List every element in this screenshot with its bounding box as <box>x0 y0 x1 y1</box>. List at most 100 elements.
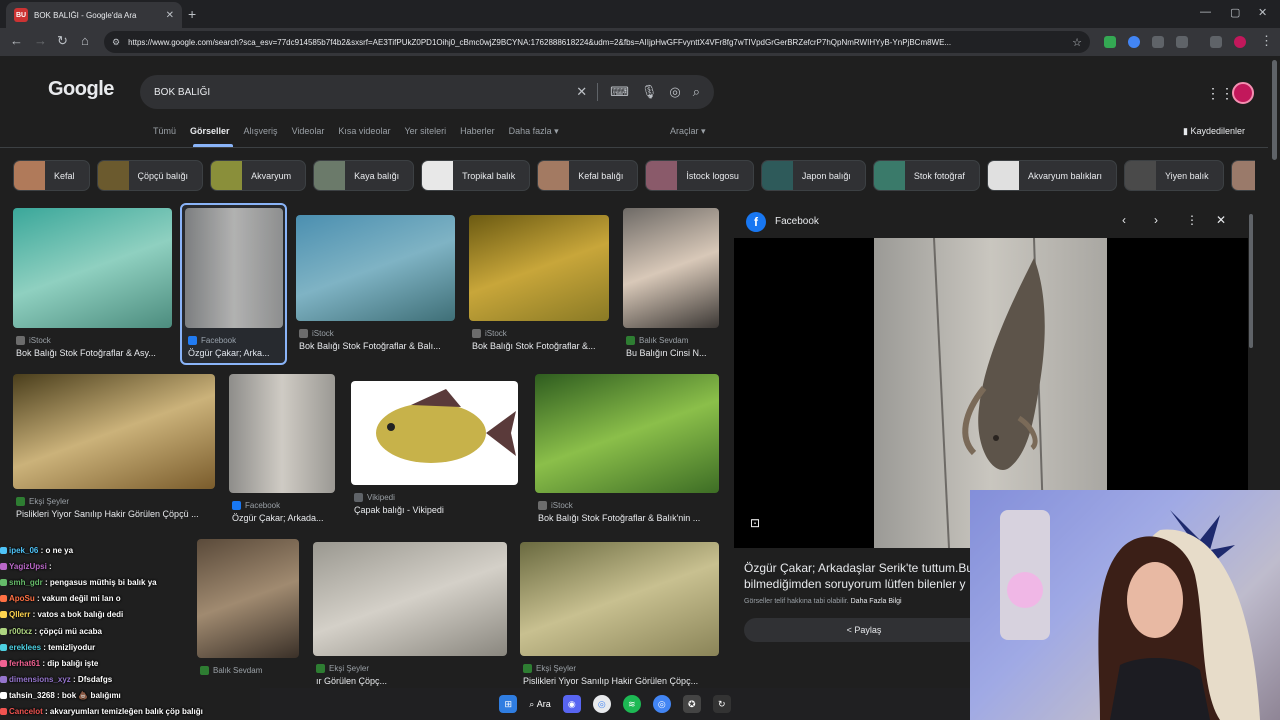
keyboard-icon[interactable]: ⌨ <box>610 84 629 100</box>
result-source[interactable]: Ekşi Şeyler <box>16 497 69 506</box>
chrome-active-icon[interactable]: ◎ <box>652 695 671 713</box>
close-tab-icon[interactable]: ✕ <box>166 10 174 21</box>
result-thumbnail[interactable] <box>623 208 719 328</box>
result-source[interactable]: iStock <box>538 501 573 510</box>
media-icon[interactable] <box>1210 36 1222 48</box>
discord-icon[interactable]: ◉ <box>562 695 581 713</box>
related-chip[interactable]: Kefal balığı <box>537 160 639 191</box>
result-thumbnail[interactable] <box>351 381 518 485</box>
result-thumbnail[interactable] <box>296 215 455 321</box>
spotify-icon[interactable]: ≋ <box>622 695 641 713</box>
result-caption[interactable]: Bok Balığı Stok Fotoğraflar & Asy... <box>16 348 175 358</box>
profile-avatar-icon[interactable] <box>1234 36 1246 48</box>
home-icon[interactable]: ⌂ <box>81 33 89 48</box>
result-caption[interactable]: Bok Balığı Stok Fotoğraflar & Balı... <box>299 341 458 351</box>
close-panel-icon[interactable]: ✕ <box>1216 213 1226 227</box>
related-chip[interactable]: Stok fotoğraf <box>872 160 980 191</box>
result-thumbnail[interactable] <box>313 542 507 656</box>
tab-4[interactable]: Kısa videolar <box>338 126 390 137</box>
visual-search-icon[interactable]: ⊡ <box>750 516 760 530</box>
saved-button[interactable]: ▮ Kaydedilenler <box>1183 126 1245 137</box>
related-chip[interactable]: Çöpçü balığı <box>96 160 204 191</box>
related-chip[interactable]: Yiyen balık <box>1123 160 1224 191</box>
browser-tab[interactable]: BU BOK BALIĞI - Google'da Ara ✕ <box>6 2 182 28</box>
extension-shield-icon[interactable] <box>1104 36 1116 48</box>
extension-audio-icon[interactable] <box>1128 36 1140 48</box>
result-source[interactable]: Ekşi Şeyler <box>316 664 369 673</box>
related-chip[interactable]: Japon balığı <box>760 160 866 191</box>
taskbar-search[interactable]: ⌕ Ara <box>529 699 551 710</box>
close-window-icon[interactable]: ✕ <box>1258 6 1267 19</box>
tab-1[interactable]: Görseller <box>190 126 230 137</box>
tab-7[interactable]: Daha fazla ▾ <box>509 126 559 137</box>
more-info-link[interactable]: Daha Fazla Bilgi <box>851 598 902 605</box>
new-tab-icon[interactable]: + <box>188 6 196 22</box>
reload-icon[interactable]: ↻ <box>57 33 68 49</box>
result-source[interactable]: Facebook <box>232 501 280 510</box>
result-thumbnail[interactable] <box>469 215 609 321</box>
result-source[interactable]: iStock <box>299 329 334 338</box>
panel-scrollbar[interactable] <box>1249 214 1253 348</box>
panel-source[interactable]: Facebook <box>775 216 819 227</box>
related-chip[interactable]: İstock logosu <box>645 160 754 191</box>
minimize-icon[interactable]: — <box>1200 6 1211 18</box>
result-caption[interactable]: ır Görülen Çöpç... <box>316 676 510 686</box>
result-source[interactable]: iStock <box>16 336 51 345</box>
bookmark-star-icon[interactable]: ☆ <box>1072 36 1082 49</box>
site-info-icon[interactable]: ⚙ <box>112 37 120 48</box>
search-bar[interactable]: BOK BALIĞI ✕ ⌨ 🎙 ◎ ⌕ <box>140 75 714 109</box>
result-source[interactable]: iStock <box>472 329 507 338</box>
clear-icon[interactable]: ✕ <box>576 84 587 100</box>
result-thumbnail[interactable] <box>13 374 215 489</box>
more-options-icon[interactable]: ⋮ <box>1186 213 1198 227</box>
related-chip[interactable]: Tropikal balık <box>421 160 531 191</box>
result-caption[interactable]: Özgür Çakar; Arkada... <box>232 513 338 523</box>
related-chip[interactable]: Akvaryum balıkları <box>986 160 1117 191</box>
tools-button[interactable]: Araçlar ▾ <box>670 126 706 137</box>
mic-icon[interactable]: 🎙 <box>641 84 658 100</box>
account-avatar[interactable] <box>1232 82 1254 104</box>
result-caption[interactable]: Pislikleri Yiyor Sanılıp Hakir Görülen Ç… <box>16 509 218 519</box>
tab-5[interactable]: Yer siteleri <box>404 126 446 137</box>
extra-app-icon[interactable]: ↻ <box>712 695 731 713</box>
address-bar[interactable]: ⚙ https://www.google.com/search?sca_esv=… <box>104 31 1090 53</box>
result-caption[interactable]: Çapak balığı - Vikipedi <box>354 505 521 515</box>
start-icon[interactable]: ⊞ <box>499 695 518 713</box>
result-thumbnail[interactable] <box>13 208 172 328</box>
page-scrollbar[interactable] <box>1272 60 1277 160</box>
related-chip[interactable]: Kefal <box>13 160 90 191</box>
back-icon[interactable]: ← <box>10 33 23 48</box>
result-caption[interactable]: Bu Balığın Cinsi N... <box>626 348 722 358</box>
chrome-icon[interactable]: ◎ <box>592 695 611 713</box>
related-chip[interactable]: Akvaryum <box>210 160 307 191</box>
result-thumbnail[interactable] <box>229 374 335 493</box>
extensions-puzzle-icon[interactable] <box>1176 36 1188 48</box>
search-input[interactable]: BOK BALIĞI <box>154 87 564 98</box>
related-chip[interactable]: Kaya balığı <box>313 160 415 191</box>
menu-dots-icon[interactable]: ⋮ <box>1260 33 1273 49</box>
tab-2[interactable]: Alışveriş <box>244 126 278 137</box>
result-source[interactable]: Ekşi Şeyler <box>523 664 576 673</box>
tab-0[interactable]: Tümü <box>153 126 176 137</box>
prev-icon[interactable]: ‹ <box>1122 213 1126 227</box>
forward-icon[interactable]: → <box>34 33 47 48</box>
tab-3[interactable]: Videolar <box>292 126 325 137</box>
result-caption[interactable]: Bok Balığı Stok Fotoğraflar &... <box>472 341 612 351</box>
maximize-icon[interactable]: ▢ <box>1230 6 1240 19</box>
result-caption[interactable]: Bok Balığı Stok Fotoğraflar & Balık'nin … <box>538 513 722 523</box>
result-thumbnail[interactable] <box>520 542 719 656</box>
app-icon[interactable]: ✪ <box>682 695 701 713</box>
tab-6[interactable]: Haberler <box>460 126 495 137</box>
lens-icon[interactable]: ◎ <box>669 84 680 100</box>
related-chip[interactable]: Bok B <box>1230 160 1255 191</box>
result-caption[interactable]: Pislikleri Yiyor Sanılıp Hakir Görülen Ç… <box>523 676 722 686</box>
result-source[interactable]: Balık Sevdam <box>626 336 688 345</box>
search-icon[interactable]: ⌕ <box>693 84 700 100</box>
panel-title[interactable]: Özgür Çakar; Arkadaşlar Serik'te tuttum.… <box>744 560 980 592</box>
next-icon[interactable]: › <box>1154 213 1158 227</box>
google-logo[interactable]: Google <box>48 78 114 101</box>
share-button[interactable]: < Paylaş <box>744 618 984 642</box>
extension-glasses-icon[interactable] <box>1152 36 1164 48</box>
result-source[interactable]: Vikipedi <box>354 493 395 502</box>
result-thumbnail[interactable] <box>535 374 719 493</box>
